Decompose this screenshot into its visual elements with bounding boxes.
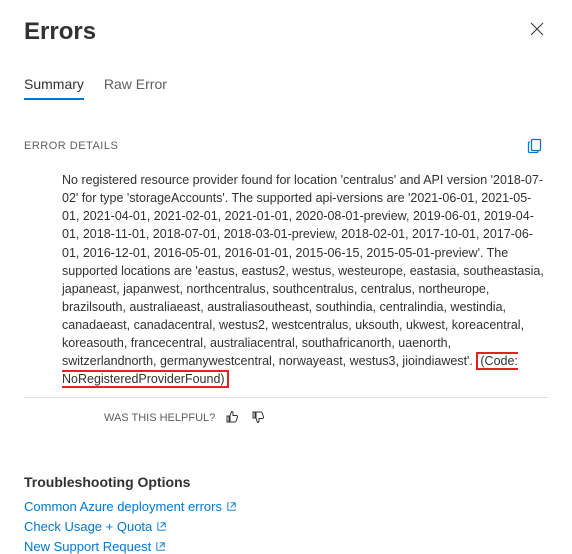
- external-link-icon: [156, 521, 167, 532]
- tabs-container: Summary Raw Error: [24, 70, 548, 101]
- thumbs-up-button[interactable]: [223, 408, 241, 429]
- close-button[interactable]: [526, 18, 548, 45]
- thumbs-up-icon: [225, 410, 239, 424]
- error-details-label: ERROR DETAILS: [24, 140, 118, 152]
- external-link-icon: [155, 541, 166, 552]
- link-label: Check Usage + Quota: [24, 519, 152, 534]
- error-message-body: No registered resource provider found fo…: [24, 171, 548, 398]
- external-link-icon: [226, 501, 237, 512]
- error-message-text: No registered resource provider found fo…: [62, 173, 544, 368]
- link-label: Common Azure deployment errors: [24, 499, 222, 514]
- link-new-support-request[interactable]: New Support Request: [24, 539, 548, 554]
- thumbs-down-button[interactable]: [249, 408, 267, 429]
- troubleshooting-title: Troubleshooting Options: [24, 474, 548, 490]
- copy-button[interactable]: [522, 133, 548, 159]
- link-deployment-errors[interactable]: Common Azure deployment errors: [24, 499, 548, 514]
- copy-icon: [527, 138, 543, 154]
- close-icon: [530, 22, 544, 36]
- page-title: Errors: [24, 18, 96, 46]
- link-check-usage-quota[interactable]: Check Usage + Quota: [24, 519, 548, 534]
- thumbs-down-icon: [251, 410, 265, 424]
- helpful-label: WAS THIS HELPFUL?: [104, 412, 215, 424]
- tab-raw-error[interactable]: Raw Error: [104, 70, 167, 100]
- link-label: New Support Request: [24, 539, 151, 554]
- tab-summary[interactable]: Summary: [24, 70, 84, 100]
